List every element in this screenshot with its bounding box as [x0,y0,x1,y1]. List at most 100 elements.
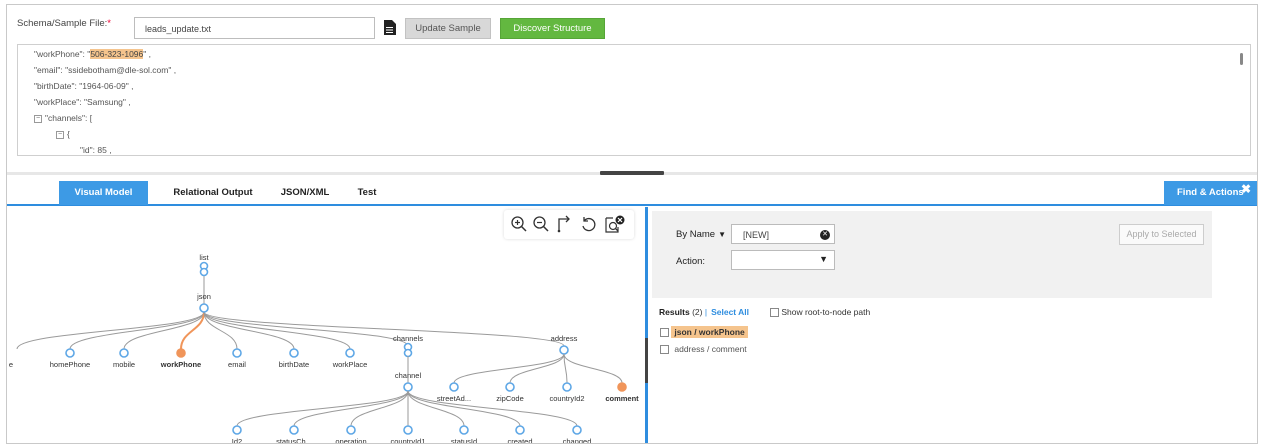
collapse-toggle-icon[interactable]: − [56,130,64,139]
schema-file-input[interactable]: leads_update.txt [134,17,375,39]
graph-node [199,267,209,277]
graph-node [459,425,469,435]
zoom-toolbar [504,210,634,239]
vertical-resize-handle[interactable] [645,338,648,383]
graph-node [345,348,355,358]
graph-edge [350,390,409,427]
graph-node-label: channel [395,371,422,380]
graph-node [289,425,299,435]
graph-node-label: operation [335,437,366,444]
update-sample-button[interactable]: Update Sample [405,18,491,39]
result-checkbox[interactable] [660,345,669,355]
graph-node [176,348,186,358]
graph-node-label: channels [393,334,423,343]
required-mark: * [107,18,111,29]
graph-node-label: statusId [451,437,477,444]
discover-structure-button[interactable]: Discover Structure [500,18,605,39]
chevron-down-icon: ▼ [718,230,726,239]
graph-node-label: e [9,360,13,369]
graph-edge [69,311,205,350]
code-line: "workPlace": "Samsung" , [34,97,131,107]
graph-node-label: comment [605,394,639,403]
find-actions-panel: By Name ▼ [NEW] ✕ Action: ▼ Apply to Sele… [652,211,1212,298]
graph-node [289,348,299,358]
collapse-toggle-icon[interactable]: − [34,114,42,123]
code-line: "birthDate": "1964-06-09" , [34,81,134,91]
graph-node [65,348,75,358]
graph-node [232,348,242,358]
graph-edge [236,390,409,427]
code-line: "email": "ssidebotham@dle-sol.com" , [34,65,177,75]
graph-node [403,348,413,358]
graph-node [403,382,413,392]
code-line: − "channels": [ [34,113,93,123]
tab-json-xml[interactable]: JSON/XML [265,181,345,205]
graph-edge [293,390,409,427]
graph-edge [16,311,205,350]
graph-edge [203,311,565,347]
chevron-down-icon: ▼ [819,254,828,264]
result-checkbox[interactable] [660,328,669,338]
action-label: Action: [676,256,706,267]
graph-node-label: list [199,253,209,262]
action-select[interactable]: ▼ [731,250,835,270]
graph-node [346,425,356,435]
code-line: "workPhone": "506-323-1096" , [34,49,151,59]
graph-node-label: mobile [113,360,135,369]
graph-node-label: streetAd... [437,394,471,403]
close-icon[interactable]: ✖ [1241,177,1251,201]
by-name-dropdown[interactable]: By Name ▼ [676,229,726,240]
find-actions-button[interactable]: Find & Actions ✖ [1164,181,1257,205]
graph-node-label: workPhone [160,360,201,369]
graph-node-label: json [196,292,211,301]
app-frame: Schema/Sample File:* leads_update.txt Up… [6,4,1258,444]
apply-to-selected-button[interactable]: Apply to Selected [1119,224,1204,245]
graph-node [515,425,525,435]
zoom-in-icon[interactable] [510,215,530,235]
graph-edge [453,353,565,384]
result-item[interactable]: json / workPhone [660,326,748,338]
tab-relational-output[interactable]: Relational Output [157,181,269,205]
reset-icon[interactable] [580,215,600,235]
clear-input-icon[interactable]: ✕ [820,230,830,240]
graph-canvas[interactable]: list json e homePhone mobile workPhone email bi… [7,207,645,444]
graph-node [232,425,242,435]
graph-node-label: countryId2 [549,394,584,403]
graph-node-label: Id2 [232,437,242,444]
zoom-out-icon[interactable] [532,215,552,235]
show-path-option: Show root-to-node path [770,307,870,318]
graph-edge [563,353,623,384]
resize-handle[interactable] [600,171,664,175]
graph-edge [509,353,565,384]
select-all-link[interactable]: Select All [711,307,749,317]
graph-node [505,382,515,392]
graph-node-label: created [507,437,532,444]
graph-node [403,425,413,435]
graph-node [562,382,572,392]
tab-visual-model[interactable]: Visual Model [59,181,148,205]
graph-node [449,382,459,392]
graph-node [572,425,582,435]
graph-node-label: birthDate [279,360,309,369]
file-icon[interactable] [383,19,397,36]
vertical-divider [645,207,648,443]
result-item[interactable]: address / comment [660,344,750,355]
sample-code-panel[interactable]: "workPhone": "506-323-1096" , "email": "… [17,44,1251,156]
tab-test[interactable]: Test [347,181,387,205]
clear-search-icon[interactable] [604,215,625,235]
graph-node [119,348,129,358]
search-highlight: 506-323-1096 [90,49,144,59]
graph-node-label: countryId1 [390,437,425,444]
graph-node [559,345,569,355]
code-line: "id": 85 , [80,145,112,155]
results-header: Results (2) | Select All [659,307,750,317]
fit-view-icon[interactable] [556,215,576,235]
show-path-checkbox[interactable] [770,308,779,318]
visual-model-graph[interactable]: list json e homePhone mobile workPhone email bi… [7,207,645,444]
graph-node [617,382,627,392]
tab-bar: Visual Model Relational Output JSON/XML … [7,181,1257,206]
graph-node-label: statusCh... [276,437,312,444]
schema-file-label: Schema/Sample File:* [17,18,111,29]
code-scrollbar[interactable] [1240,53,1243,65]
graph-node-label: workPlace [332,360,368,369]
